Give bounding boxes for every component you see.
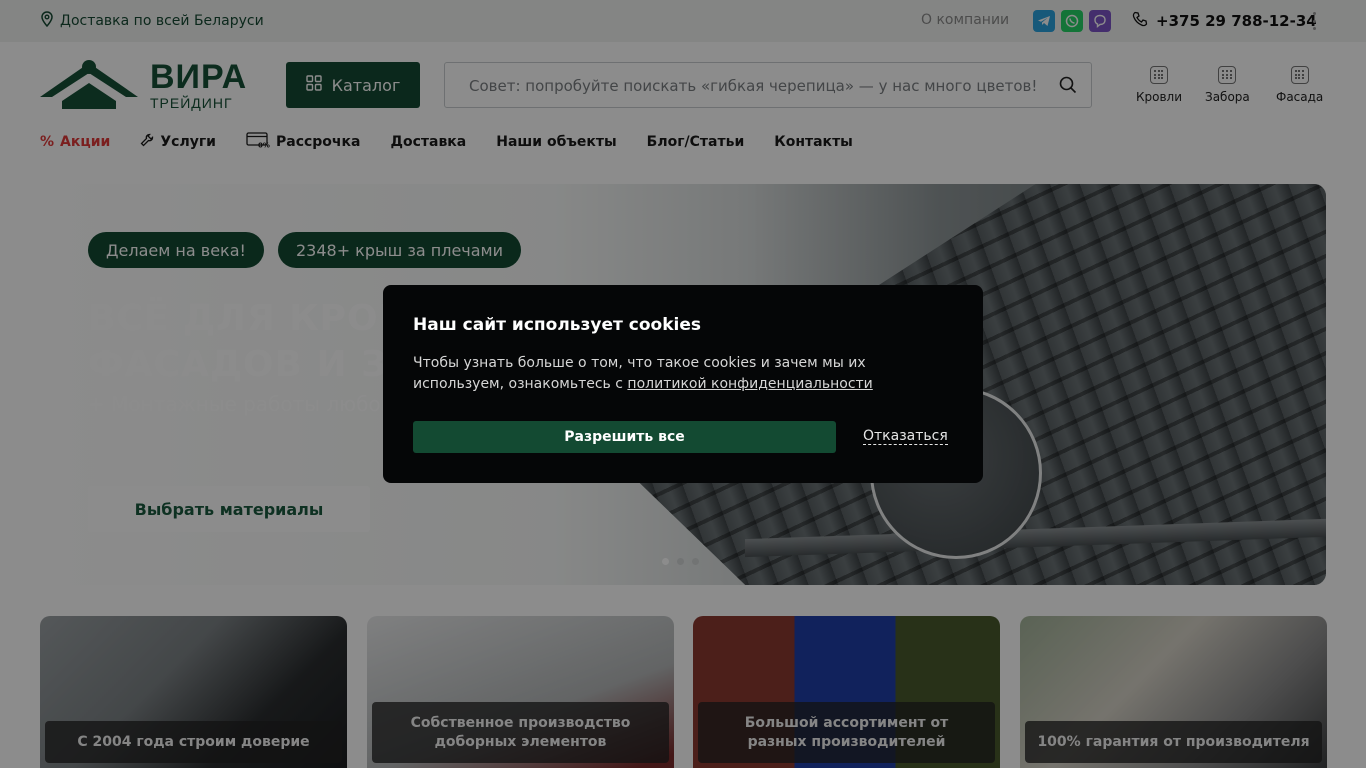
allow-all-button[interactable]: Разрешить все [413,421,836,453]
decline-button[interactable]: Отказаться [863,429,948,445]
cookie-text: Чтобы узнать больше о том, что такое coo… [413,353,933,395]
cookie-title: Наш сайт использует cookies [413,315,701,335]
cookie-dialog: Наш сайт использует cookies Чтобы узнать… [383,285,983,483]
privacy-policy-link[interactable]: политикой конфиденциальности [627,376,872,392]
